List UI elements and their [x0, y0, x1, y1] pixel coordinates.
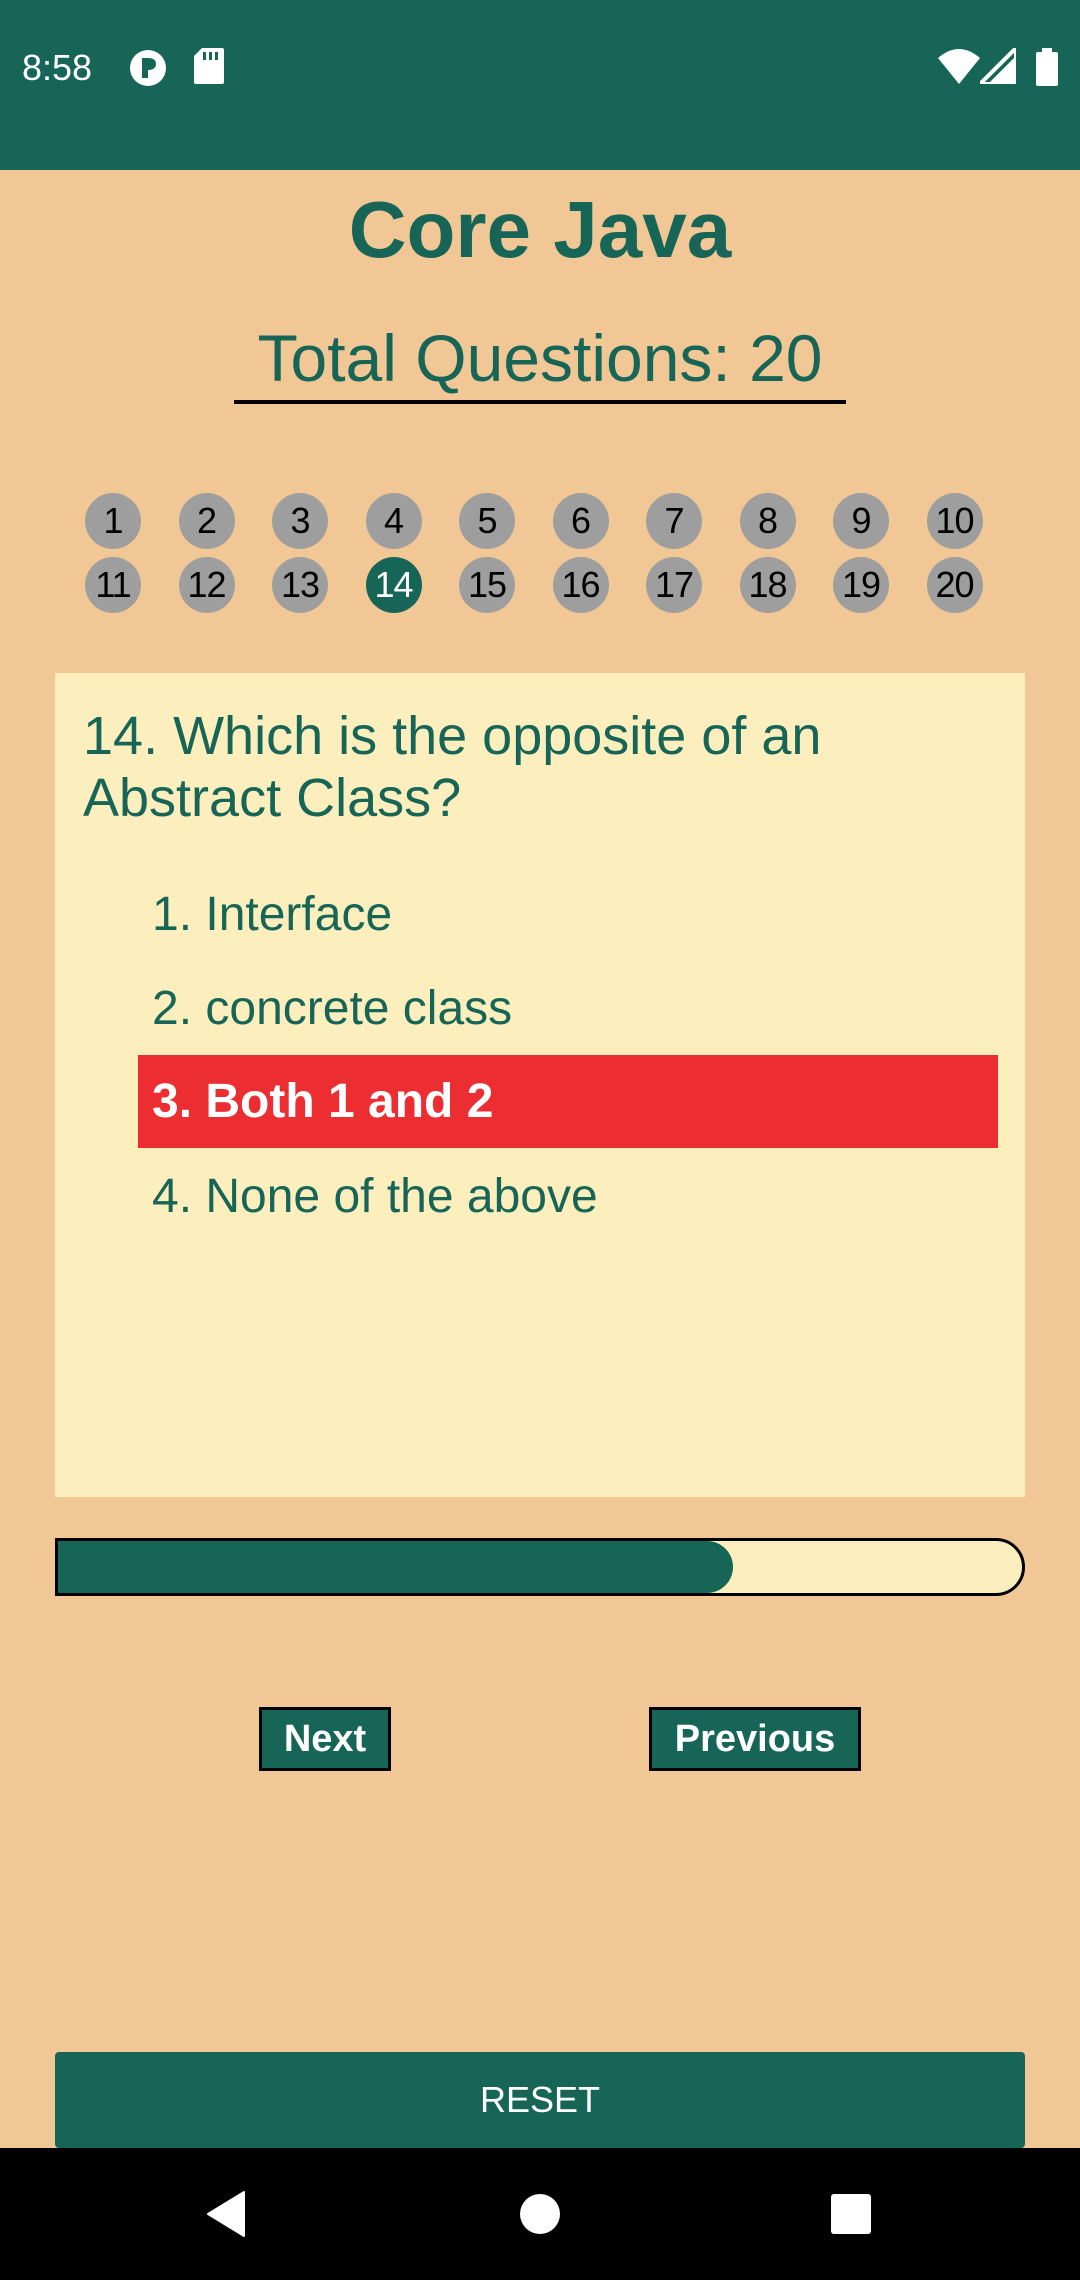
question-number-17[interactable]: 17 [646, 557, 702, 613]
question-number-grid: 1 2 3 4 5 6 7 8 9 10 11 12 13 14 15 16 17 18 19 20 [85, 493, 1030, 619]
status-bar: 8:58 [0, 0, 1080, 170]
option-2[interactable]: 2. concrete class [138, 962, 998, 1055]
question-text: 14. Which is the opposite of an Abstract… [83, 706, 822, 828]
question-number-20[interactable]: 20 [926, 557, 983, 613]
question-number-4[interactable]: 4 [365, 493, 422, 549]
home-icon[interactable] [519, 2190, 561, 2238]
question-number-13[interactable]: 13 [272, 557, 328, 613]
question-number-2[interactable]: 2 [178, 493, 235, 549]
recents-icon[interactable] [829, 2190, 873, 2238]
question-number-3[interactable]: 3 [272, 493, 328, 549]
reset-button[interactable]: RESET [55, 2052, 1025, 2148]
question-number-8[interactable]: 8 [739, 493, 796, 549]
total-questions-label: Total Questions: 20 [234, 318, 846, 404]
progress-fill [58, 1541, 733, 1593]
cellular-signal-icon [980, 48, 1016, 84]
question-number-14[interactable]: 14 [365, 557, 422, 613]
question-card: 14. Which is the opposite of an Abstract… [55, 673, 1025, 1497]
previous-button[interactable]: Previous [649, 1707, 861, 1771]
page-title: Core Java [348, 185, 732, 274]
system-nav-bar [0, 2148, 1080, 2280]
question-number-16[interactable]: 16 [552, 557, 609, 613]
wifi-icon [938, 49, 980, 84]
question-number-9[interactable]: 9 [833, 493, 889, 549]
question-number-15[interactable]: 15 [459, 557, 515, 613]
question-number-7[interactable]: 7 [646, 493, 702, 549]
question-number-6[interactable]: 6 [552, 493, 609, 549]
notification-app-icon [130, 50, 166, 86]
battery-icon [1036, 48, 1058, 86]
sd-card-icon [194, 48, 224, 84]
progress-bar [55, 1538, 1025, 1596]
option-4[interactable]: 4. None of the above [138, 1150, 998, 1243]
question-number-5[interactable]: 5 [459, 493, 515, 549]
option-1[interactable]: 1. Interface [138, 868, 998, 961]
question-number-10[interactable]: 10 [926, 493, 983, 549]
option-3[interactable]: 3. Both 1 and 2 [138, 1055, 998, 1148]
question-number-1[interactable]: 1 [85, 493, 141, 549]
next-button[interactable]: Next [259, 1707, 391, 1771]
question-number-12[interactable]: 12 [178, 557, 235, 613]
status-time: 8:58 [22, 47, 93, 88]
question-number-19[interactable]: 19 [833, 557, 889, 613]
question-number-18[interactable]: 18 [739, 557, 796, 613]
back-icon[interactable] [204, 2190, 248, 2238]
question-number-11[interactable]: 11 [85, 557, 141, 613]
